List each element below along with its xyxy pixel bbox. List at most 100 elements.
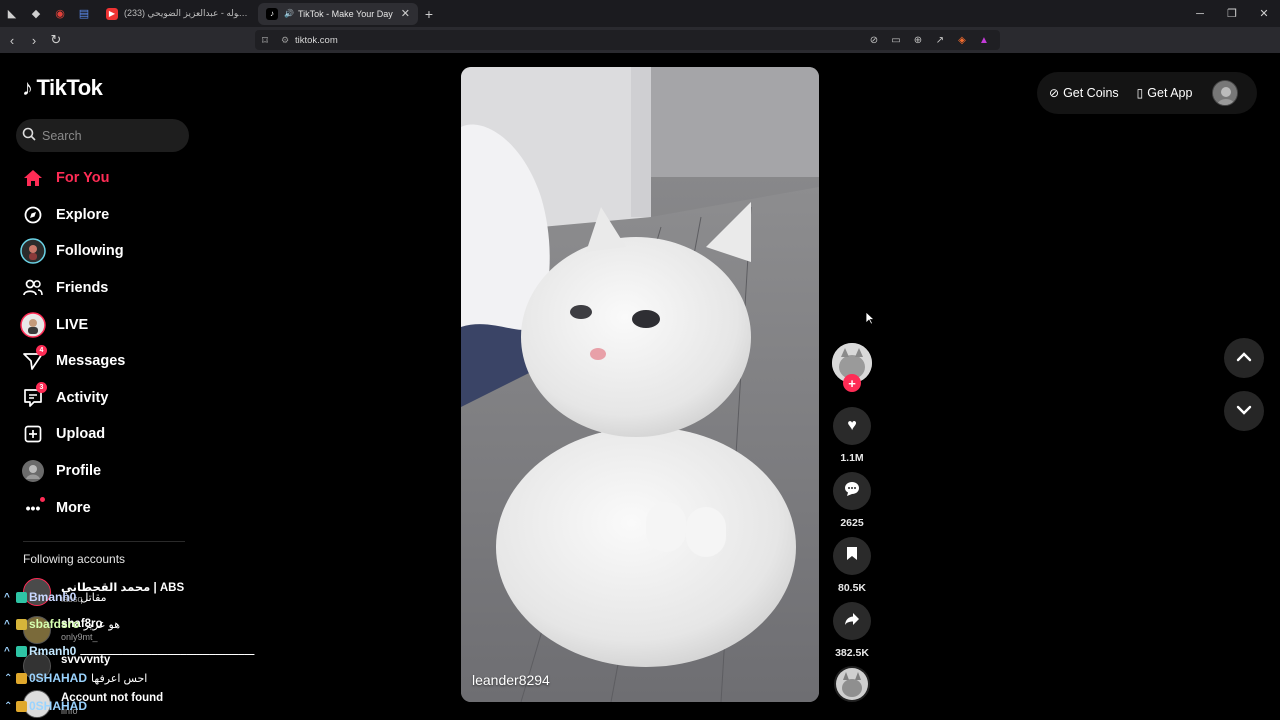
sidebar-item-following[interactable]: Following — [17, 233, 197, 270]
sidebar-item-explore[interactable]: Explore — [17, 197, 197, 234]
chat-text: مقاتل — [80, 591, 107, 604]
tiktok-logo[interactable]: ♪ TikTok — [22, 75, 103, 101]
cat-video-frame — [461, 67, 819, 702]
chat-user: Bmanh0 — [29, 590, 77, 604]
nav-label: Friends — [56, 280, 109, 297]
pinned-tab-3-icon[interactable]: ▤ — [72, 0, 96, 27]
sidebar-item-activity[interactable]: 3 Activity — [17, 380, 197, 417]
nav-label: More — [56, 499, 91, 516]
share-arrow-icon — [844, 612, 860, 631]
youtube-icon: ▶ — [106, 7, 118, 20]
chevron-up-icon — [1236, 349, 1252, 367]
more-icon: ••• — [17, 492, 49, 524]
get-app-label: Get App — [1147, 86, 1193, 100]
user-avatar[interactable] — [1212, 80, 1239, 106]
comment-count: 2625 — [840, 517, 864, 529]
bookmark-icon[interactable]: ⌑ — [255, 34, 275, 47]
back-button[interactable]: ‹ — [2, 27, 22, 53]
brand-name: TikTok — [36, 75, 103, 100]
zoom-icon[interactable]: ⊕ — [910, 35, 926, 46]
like-button[interactable]: ♥ — [833, 407, 871, 445]
tab-youtube[interactable]: ▶ (233) دنيا الوله - عبدالعزيز الضويحي / — [98, 3, 256, 25]
tiktok-page: ♪ TikTok Search For You Explore Followin… — [3, 53, 1277, 720]
video-author[interactable]: leander8294 — [472, 672, 550, 688]
chat-text: ــــــــــــــــــــــــــــــــــــــــ… — [80, 645, 255, 658]
tab-title: (233) دنيا الوله - عبدالعزيز الضويحي / — [124, 8, 248, 18]
previous-video-button[interactable] — [1224, 338, 1264, 378]
chevron-icon: ⌃ — [4, 700, 13, 712]
forward-button[interactable]: › — [24, 27, 44, 53]
chat-message: ⌃ 0SHAHAD — [0, 698, 87, 714]
minimize-button[interactable]: ─ — [1184, 0, 1216, 27]
follow-button[interactable]: + — [843, 374, 861, 392]
share-count: 382.5K — [835, 647, 869, 659]
profile-avatar-icon — [17, 455, 49, 487]
pinned-tab-2-icon[interactable]: ◉ — [48, 0, 72, 27]
tiktok-favicon-icon: ♪ — [266, 7, 278, 20]
compass-icon — [17, 199, 49, 231]
chat-message: ⌃ 0SHAHAD احس اعرفها — [0, 670, 147, 686]
no-cast-icon[interactable]: ⊘ — [866, 35, 882, 46]
upload-icon — [17, 418, 49, 450]
browser-tab-bar: ◣ ◆ ◉ ▤ ▶ (233) دنيا الوله - عبدالعزيز ا… — [0, 0, 1280, 27]
chat-user: 0SHAHAD — [29, 671, 88, 685]
get-app-button[interactable]: ▯ Get App — [1137, 86, 1193, 100]
sidebar-item-profile[interactable]: Profile — [17, 453, 197, 490]
sidebar-item-messages[interactable]: 4 Messages — [17, 343, 197, 380]
restore-button[interactable]: ❐ — [1216, 0, 1248, 27]
window-controls: ─ ❐ ✕ — [1184, 0, 1280, 27]
comment-button[interactable] — [833, 472, 871, 510]
sidebar-item-live[interactable]: LIVE — [17, 306, 197, 343]
reload-button[interactable]: ↻ — [46, 27, 66, 53]
site-info-icon[interactable]: ⚙ — [275, 35, 295, 46]
chevron-icon: ⌃ — [4, 672, 13, 684]
sidebar-item-more[interactable]: ••• More — [17, 489, 197, 526]
chat-message: ^ Bmanh0 مقاتل — [0, 589, 107, 605]
brave-shield-icon[interactable]: ◈ — [954, 35, 970, 46]
chat-user: 0SHAHAD — [29, 699, 88, 713]
sidebar-item-for-you[interactable]: For You — [17, 160, 197, 197]
coin-icon: ⊘ — [1049, 86, 1060, 100]
live-icon — [17, 309, 49, 341]
pinned-tab-1-icon[interactable]: ◆ — [24, 0, 48, 27]
messages-badge: 4 — [36, 345, 47, 357]
comment-icon — [844, 481, 860, 501]
activity-badge: 3 — [36, 381, 47, 393]
address-bar[interactable]: ⌑ ⚙ tiktok.com ⊘ ▭ ⊕ ↗ ◈ ▲ — [255, 30, 1000, 50]
chat-badge-icon — [16, 700, 27, 712]
share-icon[interactable]: ↗ — [932, 35, 948, 46]
chat-text: احس اعرفها — [91, 672, 148, 685]
friends-icon — [17, 272, 49, 304]
sidebar-divider — [23, 541, 185, 542]
next-video-button[interactable] — [1224, 391, 1264, 431]
get-coins-button[interactable]: ⊘ Get Coins — [1049, 86, 1119, 100]
music-disc-icon[interactable] — [834, 666, 870, 702]
home-icon — [17, 162, 49, 194]
like-count: 1.1M — [840, 452, 864, 464]
close-window-button[interactable]: ✕ — [1248, 0, 1280, 27]
video-player[interactable]: leander8294 — [461, 67, 819, 702]
activity-icon: 3 — [17, 381, 49, 414]
chat-text: هو عزيز — [83, 618, 120, 631]
search-input[interactable]: Search — [16, 119, 189, 152]
following-avatar-icon — [17, 235, 49, 267]
screen-icon[interactable]: ▭ — [888, 35, 904, 46]
speaker-icon[interactable]: 🔊 — [284, 8, 294, 20]
heart-icon: ♥ — [847, 417, 857, 434]
bookmark-icon — [846, 546, 858, 566]
tab-tiktok[interactable]: ♪ 🔊 TikTok - Make Your Day ✕ — [258, 2, 418, 25]
url-text[interactable]: tiktok.com — [295, 35, 338, 46]
chevron-down-icon — [1236, 402, 1252, 420]
save-button[interactable] — [833, 537, 871, 575]
rewards-icon[interactable]: ▲ — [976, 35, 992, 46]
close-tab-icon[interactable]: ✕ — [401, 7, 410, 20]
sidebar-item-upload[interactable]: Upload — [17, 416, 197, 453]
browser-menu-icon[interactable]: ◣ — [0, 0, 24, 27]
sidebar-item-friends[interactable]: Friends — [17, 270, 197, 307]
account-handle: only9mt_ — [61, 632, 98, 642]
chat-user: sbafdsro — [29, 617, 80, 631]
new-tab-button[interactable]: + — [418, 6, 440, 22]
share-button[interactable] — [833, 602, 871, 640]
nav-label: Profile — [56, 463, 102, 480]
chat-badge-icon — [16, 645, 27, 657]
